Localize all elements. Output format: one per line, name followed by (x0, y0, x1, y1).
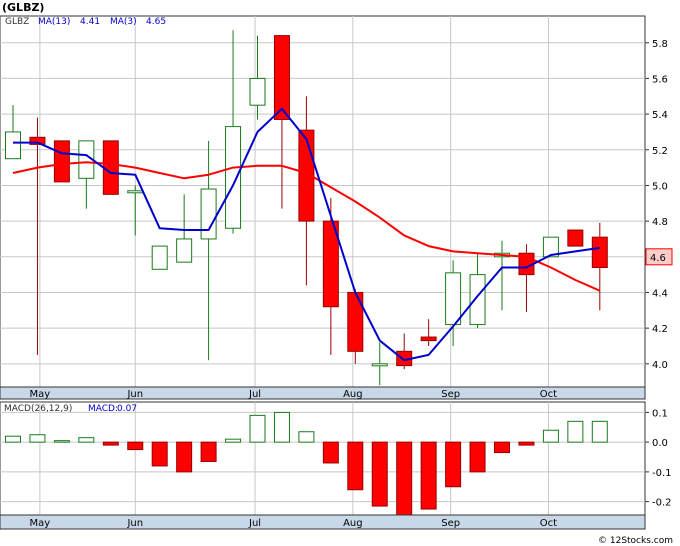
price-y-tick-label: 4.8 (652, 217, 668, 228)
candle-body-down (591, 236, 608, 268)
price-month-label: Jun (126, 389, 143, 400)
legend-ma13-value: 4.41 (80, 17, 100, 27)
macd-bar-negative (445, 441, 462, 488)
price-month-label: Aug (343, 389, 363, 400)
macd-bar-positive (542, 429, 559, 443)
last-price-tag: 4.6 (645, 248, 673, 266)
macd-month-label: Jun (126, 518, 143, 529)
macd-bar-positive (249, 414, 266, 443)
macd-month-label: Jul (248, 518, 261, 529)
price-y-tick-label: 4.4 (652, 288, 668, 299)
macd-bar-positive (591, 420, 608, 443)
macd-bar-negative (102, 441, 119, 446)
macd-month-label: May (30, 518, 51, 529)
candle-body-up (127, 190, 144, 194)
candle-body-down (420, 336, 437, 342)
price-y-tick-label: 4.0 (652, 360, 668, 371)
macd-bar-positive (5, 435, 21, 443)
price-month-label: Oct (540, 389, 557, 400)
candle-body-up (5, 131, 21, 160)
macd-y-tick-label: -0.2 (652, 498, 672, 509)
macd-y-tick-label: 0.1 (652, 408, 668, 419)
legend-macd-value: 0.07 (117, 404, 137, 414)
price-y-tick-label: 5.0 (652, 181, 668, 192)
macd-bar-positive (29, 434, 46, 443)
macd-bar-negative (347, 441, 364, 491)
macd-bar-negative (322, 441, 339, 464)
macd-bar-negative (371, 441, 388, 507)
macd-bar-positive (53, 440, 70, 443)
price-panel: 4.0 4.2 4.4 4.6 4.8 5.0 5.2 5.4 5.6 5.8 May Jun Jul… (0, 15, 673, 400)
legend-ma13-label: MA(13) (38, 17, 70, 27)
candle-body-down (102, 140, 119, 195)
macd-bar-negative (176, 441, 193, 473)
macd-legend: MACD(26,12,9) MACD: 0.07 (4, 404, 137, 414)
macd-bar-negative (396, 441, 413, 516)
macd-panel: -0.2 -0.1 0.0 0.1 May Jun Jul Aug Sep Oct MACD(2… (0, 401, 672, 530)
candle (102, 140, 119, 195)
price-y-tick-label: 5.2 (652, 146, 668, 157)
legend-macd-label: MACD(26,12,9) (4, 404, 72, 414)
watermark: © 12Stocks.com (598, 536, 673, 546)
candle (151, 245, 168, 270)
macd-bar-negative (151, 441, 168, 467)
legend-ma3-label: MA(3) (110, 17, 137, 27)
price-month-label: Sep (441, 389, 460, 400)
candle-body-down (567, 229, 584, 247)
macd-bar-negative (420, 441, 437, 510)
macd-y-tick-label: 0.0 (652, 438, 668, 449)
price-y-tick-label: 5.8 (652, 39, 668, 50)
macd-bar-negative (200, 441, 217, 462)
macd-bar-negative (518, 441, 535, 446)
price-month-label: Jul (248, 389, 261, 400)
macd-bar-negative (127, 441, 144, 451)
candle-body-down (53, 140, 70, 183)
price-month-label: May (30, 389, 51, 400)
macd-month-label: Oct (540, 518, 557, 529)
macd-bar-positive (225, 438, 242, 443)
macd-month-label: Aug (343, 518, 363, 529)
price-y-tick-label: 4.2 (652, 324, 668, 335)
legend-ma3-value: 4.65 (146, 17, 166, 27)
macd-bar-positive (273, 411, 290, 443)
candle-body-up (151, 245, 168, 270)
candle-body-up (176, 238, 193, 263)
candle-body-up (371, 363, 388, 367)
candle-body-up (469, 274, 486, 326)
candle (567, 229, 584, 247)
legend-macd-value-label: MACD: (88, 404, 118, 414)
candle-body-down (273, 35, 290, 120)
macd-bar-positive (78, 437, 95, 443)
stock-chart: (GLBZ) 4.0 4.2 4.4 4.6 4.8 5.0 5.2 5.4 5.6 5.8 Ma… (0, 0, 680, 546)
chart-title: (GLBZ) (2, 1, 44, 14)
candle (53, 140, 70, 183)
candle-body-up (445, 272, 462, 326)
macd-bar-negative (469, 441, 486, 473)
legend-symbol: GLBZ (5, 17, 29, 27)
macd-bar-positive (298, 431, 315, 443)
price-y-tick-label: 5.4 (652, 110, 668, 121)
macd-bar-negative (494, 441, 510, 454)
macd-y-tick-label: -0.1 (652, 468, 672, 479)
macd-bar-positive (567, 420, 584, 443)
last-price-label: 4.6 (650, 253, 666, 264)
candle-body-up (225, 126, 242, 229)
candle-body-up (200, 188, 217, 240)
macd-month-label: Sep (441, 518, 460, 529)
candle-body-up (249, 77, 266, 106)
price-y-tick-label: 5.6 (652, 74, 668, 85)
